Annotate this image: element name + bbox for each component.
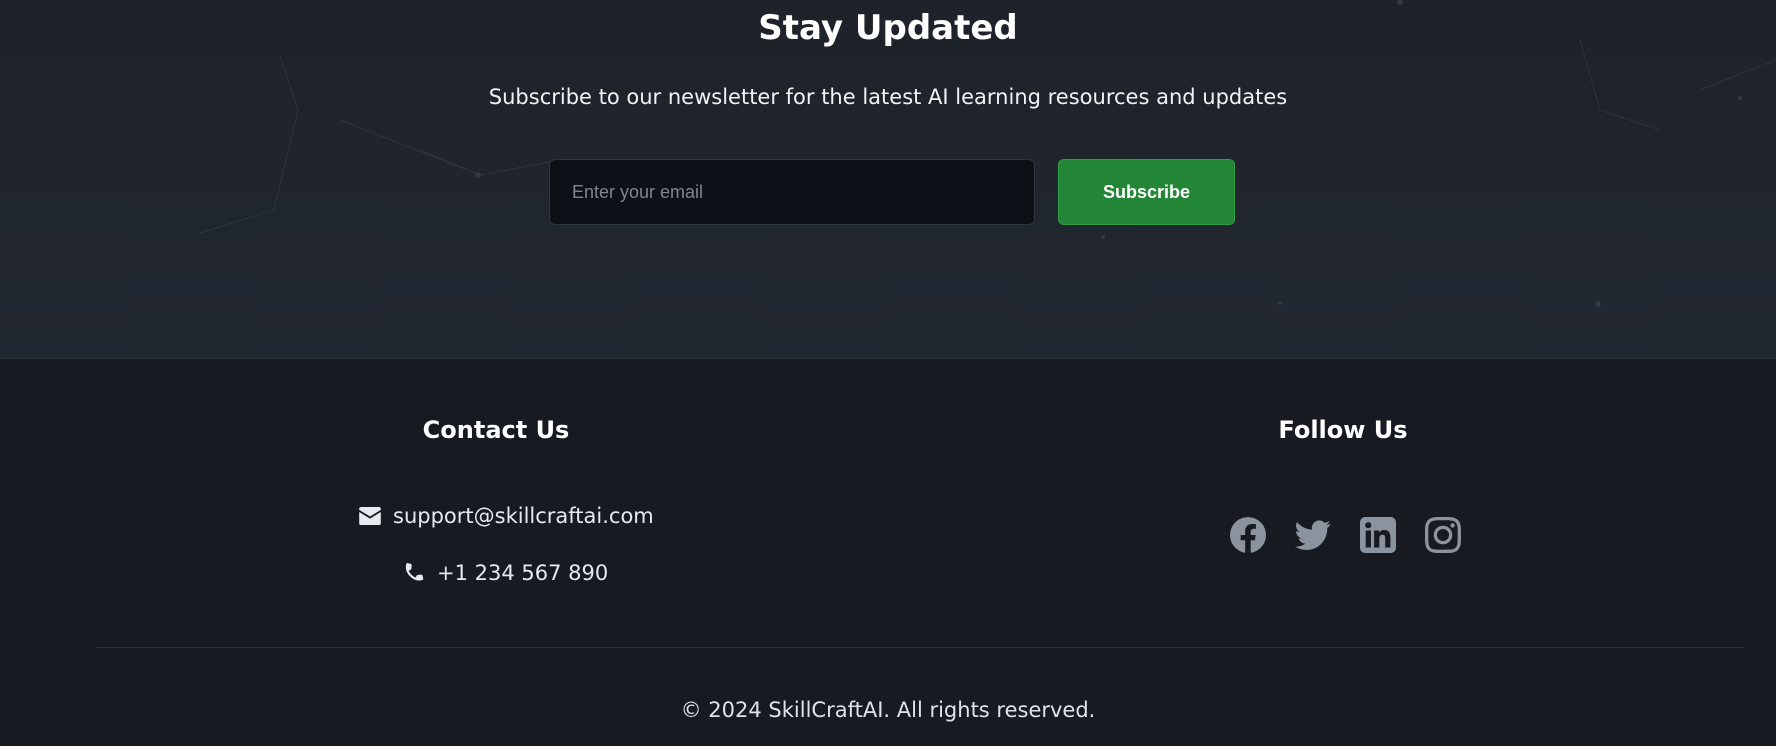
twitter-link[interactable] (1295, 517, 1331, 553)
contact-email[interactable]: support@skillcraftai.com (393, 501, 654, 531)
email-input[interactable] (549, 159, 1035, 225)
newsletter-title: Stay Updated (758, 8, 1018, 48)
phone-icon (405, 563, 424, 581)
instagram-link[interactable] (1425, 517, 1461, 553)
facebook-link[interactable] (1230, 517, 1267, 553)
twitter-icon (1295, 520, 1331, 550)
facebook-icon (1230, 517, 1267, 553)
subscribe-button[interactable]: Subscribe (1058, 159, 1235, 225)
linkedin-link[interactable] (1360, 517, 1396, 553)
newsletter-section: Stay Updated Subscribe to our newsletter… (0, 0, 1776, 359)
envelope-icon (359, 507, 381, 525)
site-footer: Contact Us support@skillcraftai.com +1 2… (0, 359, 1776, 746)
contact-phone-row[interactable]: +1 234 567 890 (403, 558, 608, 588)
contact-phone[interactable]: +1 234 567 890 (437, 558, 608, 588)
linkedin-icon (1360, 517, 1396, 553)
copyright-text: © 2024 SkillCraftAI. All rights reserved… (680, 698, 1096, 722)
contact-title: Contact Us (422, 416, 570, 444)
social-links (1230, 517, 1461, 553)
footer-divider (95, 647, 1745, 648)
contact-email-row[interactable]: support@skillcraftai.com (359, 501, 654, 531)
newsletter-subtitle: Subscribe to our newsletter for the late… (488, 85, 1288, 109)
follow-title: Follow Us (1278, 416, 1408, 444)
instagram-icon (1425, 517, 1461, 553)
